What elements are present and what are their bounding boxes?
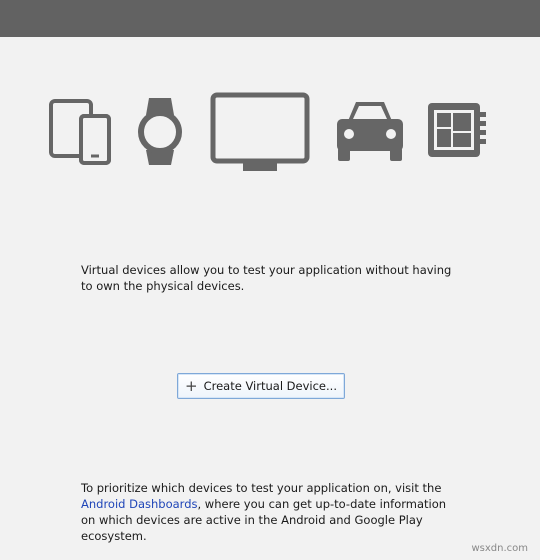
tv-icon [210,92,310,171]
things-board-icon [428,103,486,157]
phone-tablet-icon [49,99,111,165]
car-icon [337,102,403,161]
watermark: wsxdn.com [471,543,528,554]
plus-icon: + [185,377,198,395]
create-virtual-device-button[interactable]: + Create Virtual Device... [177,373,345,399]
device-icons [0,0,540,200]
footer-text: To prioritize which devices to test your… [81,480,461,544]
wear-watch-icon [138,98,182,165]
footer-text-before: To prioritize which devices to test your… [81,481,442,495]
android-dashboards-link[interactable]: Android Dashboards [81,497,198,511]
intro-text: Virtual devices allow you to test your a… [81,263,452,293]
create-button-label: Create Virtual Device... [203,379,337,393]
